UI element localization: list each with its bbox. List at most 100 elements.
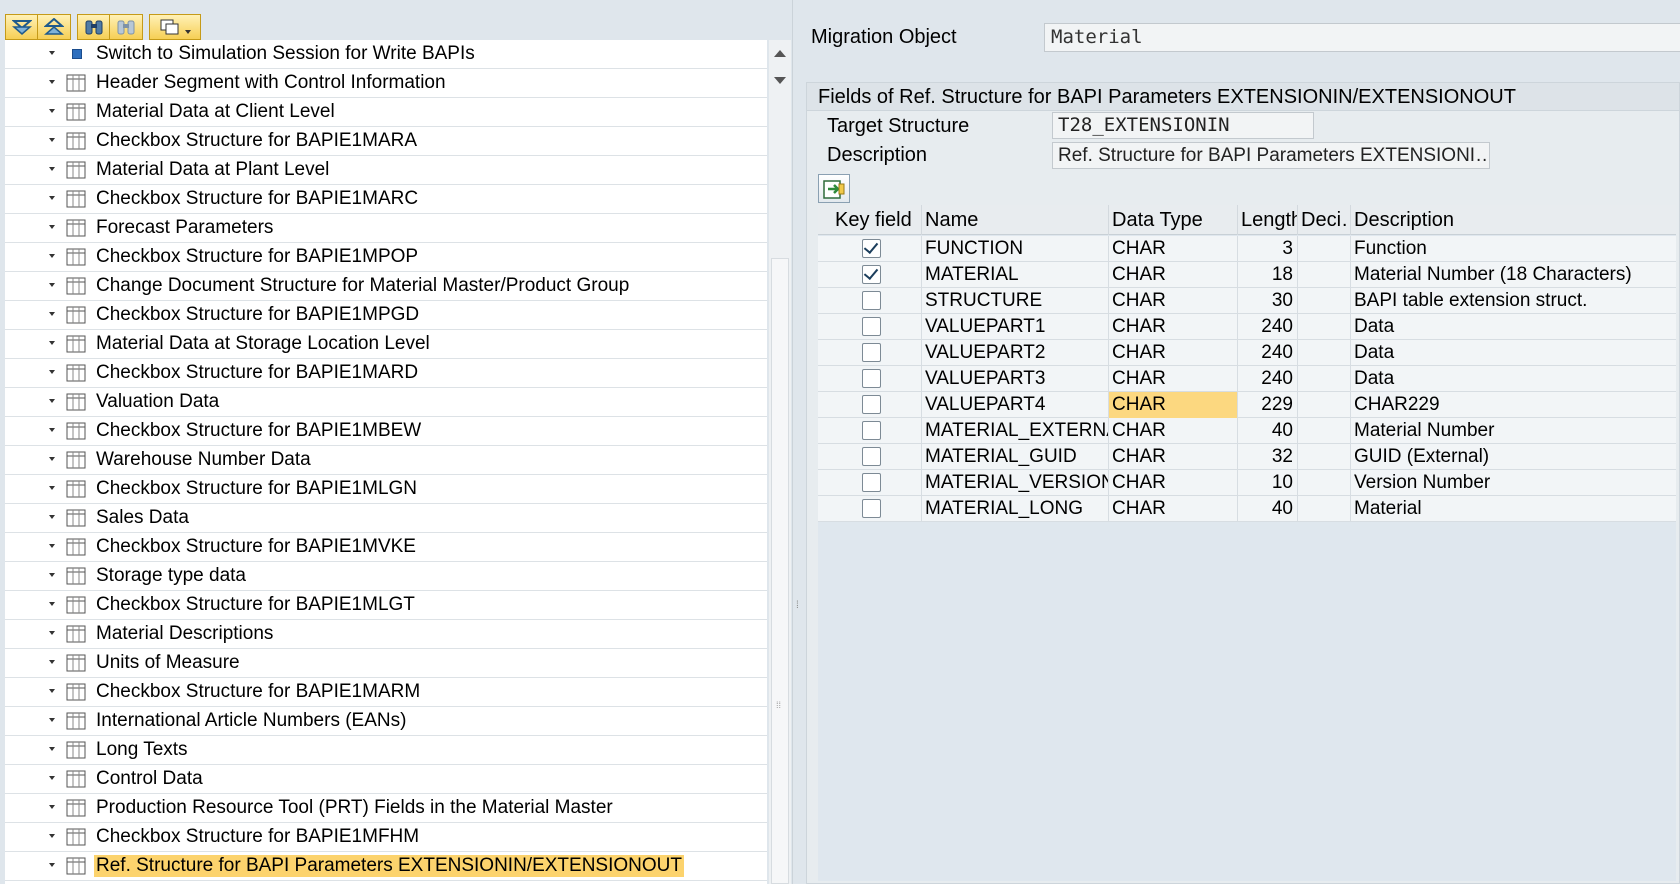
collapse-all-button[interactable] <box>38 14 71 40</box>
tree-item[interactable]: Control Data <box>5 765 767 794</box>
table-row[interactable]: MATERIAL_EXTERNALCHAR40 Material Number <box>818 418 1676 444</box>
cell-length[interactable]: 40 <box>1238 418 1298 444</box>
key-field-checkbox[interactable] <box>862 291 881 310</box>
cell-length[interactable]: 240 <box>1238 314 1298 340</box>
expand-caret-icon[interactable] <box>49 80 55 84</box>
expand-caret-icon[interactable] <box>49 167 55 171</box>
tree-item[interactable]: Checkbox Structure for BAPIE1MARD <box>5 359 767 388</box>
tree-item[interactable]: Storage type data <box>5 562 767 591</box>
expand-caret-icon[interactable] <box>49 834 55 838</box>
tree-item[interactable]: Checkbox Structure for BAPIE1MLGT <box>5 591 767 620</box>
expand-caret-icon[interactable] <box>49 660 55 664</box>
cell-name[interactable]: VALUEPART2 <box>922 340 1109 366</box>
col-name[interactable]: Name <box>922 205 1109 235</box>
col-key-field[interactable]: Key field <box>818 205 922 235</box>
expand-caret-icon[interactable] <box>49 196 55 200</box>
tree-item[interactable]: Forecast Parameters <box>5 214 767 243</box>
expand-caret-icon[interactable] <box>49 515 55 519</box>
cell-deci[interactable] <box>1298 340 1351 366</box>
cell-type[interactable]: CHAR <box>1109 288 1238 314</box>
expand-caret-icon[interactable] <box>49 283 55 287</box>
cell-desc[interactable]: CHAR229 <box>1351 392 1676 418</box>
description-field[interactable]: Ref. Structure for BAPI Parameters EXTEN… <box>1052 142 1490 169</box>
cell-deci[interactable] <box>1298 418 1351 444</box>
expand-caret-icon[interactable] <box>49 51 55 55</box>
expand-caret-icon[interactable] <box>49 109 55 113</box>
table-row[interactable]: VALUEPART2 CHAR 240 Data <box>818 340 1676 366</box>
expand-all-button[interactable] <box>5 14 38 40</box>
tree-item[interactable]: International Article Numbers (EANs) <box>5 707 767 736</box>
cell-desc[interactable]: Data <box>1351 366 1676 392</box>
cell-type[interactable]: CHAR <box>1109 496 1238 522</box>
cell-type[interactable]: CHAR <box>1109 418 1238 444</box>
cell-desc[interactable]: Data <box>1351 340 1676 366</box>
cell-length[interactable]: 18 <box>1238 262 1298 288</box>
col-description[interactable]: Description <box>1351 205 1676 235</box>
cell-length[interactable]: 10 <box>1238 470 1298 496</box>
cell-deci[interactable] <box>1298 392 1351 418</box>
expand-caret-icon[interactable] <box>49 486 55 490</box>
find-next-button[interactable] <box>110 14 143 40</box>
tree-item[interactable]: Long Texts <box>5 736 767 765</box>
cell-deci[interactable] <box>1298 496 1351 522</box>
cell-deci[interactable] <box>1298 288 1351 314</box>
cell-type[interactable]: CHAR <box>1109 444 1238 470</box>
expand-caret-icon[interactable] <box>49 689 55 693</box>
migration-object-field[interactable]: Material <box>1044 23 1680 52</box>
expand-caret-icon[interactable] <box>49 370 55 374</box>
scroll-up-icon[interactable] <box>774 50 786 57</box>
key-field-checkbox[interactable] <box>862 447 881 466</box>
expand-caret-icon[interactable] <box>49 254 55 258</box>
expand-caret-icon[interactable] <box>49 225 55 229</box>
col-decimals[interactable]: Deci… <box>1298 205 1351 235</box>
table-row[interactable]: MATERIAL CHAR 18 Material Number (18 Charac… <box>818 262 1676 288</box>
cell-type[interactable]: CHAR <box>1109 340 1238 366</box>
cell-length[interactable]: 240 <box>1238 366 1298 392</box>
cell-type[interactable]: CHAR <box>1109 392 1238 418</box>
cell-desc[interactable]: Version Number <box>1351 470 1676 496</box>
cell-name[interactable]: VALUEPART1 <box>922 314 1109 340</box>
cell-name[interactable]: MATERIAL_GUID <box>922 444 1109 470</box>
tree-item[interactable]: Checkbox Structure for BAPIE1MPOP <box>5 243 767 272</box>
expand-caret-icon[interactable] <box>49 631 55 635</box>
expand-caret-icon[interactable] <box>49 863 55 867</box>
cell-deci[interactable] <box>1298 366 1351 392</box>
expand-caret-icon[interactable] <box>49 747 55 751</box>
cell-name[interactable]: MATERIAL_VERSION <box>922 470 1109 496</box>
table-row[interactable]: MATERIAL_GUID CHAR 32 GUID (External) <box>818 444 1676 470</box>
cell-length[interactable]: 30 <box>1238 288 1298 314</box>
key-field-checkbox[interactable] <box>862 473 881 492</box>
expand-caret-icon[interactable] <box>49 138 55 142</box>
export-button[interactable] <box>818 174 850 203</box>
expand-caret-icon[interactable] <box>49 428 55 432</box>
col-data-type[interactable]: Data Type <box>1109 205 1238 235</box>
cell-desc[interactable]: Material <box>1351 496 1676 522</box>
tree-item[interactable]: Material Data at Plant Level <box>5 156 767 185</box>
cell-length[interactable]: 229 <box>1238 392 1298 418</box>
cell-type[interactable]: CHAR <box>1109 262 1238 288</box>
tree-item[interactable]: Checkbox Structure for BAPIE1MBEW <box>5 417 767 446</box>
tree-scrollbar[interactable]: ⁞⁞ <box>769 40 791 884</box>
cell-type[interactable]: CHAR <box>1109 366 1238 392</box>
cell-length[interactable]: 40 <box>1238 496 1298 522</box>
cell-name[interactable]: MATERIAL_EXTERNAL <box>922 418 1109 444</box>
tree-item[interactable]: Valuation Data <box>5 388 767 417</box>
cell-desc[interactable]: Data <box>1351 314 1676 340</box>
tree-item[interactable]: Material Descriptions <box>5 620 767 649</box>
tree-item[interactable]: Checkbox Structure for BAPIE1MVKE <box>5 533 767 562</box>
cell-type[interactable]: CHAR <box>1109 236 1238 262</box>
tree-item[interactable]: Checkbox Structure for BAPIE1MFHM <box>5 823 767 852</box>
cell-type[interactable]: CHAR <box>1109 314 1238 340</box>
table-row[interactable]: STRUCTURE CHAR 30 BAPI table extension stru… <box>818 288 1676 314</box>
key-field-checkbox[interactable] <box>862 343 881 362</box>
cell-length[interactable]: 240 <box>1238 340 1298 366</box>
expand-caret-icon[interactable] <box>49 718 55 722</box>
tree-item[interactable]: Checkbox Structure for BAPIE1MLGN <box>5 475 767 504</box>
tree-item[interactable]: Production Resource Tool (PRT) Fields in… <box>5 794 767 823</box>
expand-caret-icon[interactable] <box>49 776 55 780</box>
cell-deci[interactable] <box>1298 314 1351 340</box>
tree-item[interactable]: Change Document Structure for Material M… <box>5 272 767 301</box>
cell-name[interactable]: MATERIAL <box>922 262 1109 288</box>
cell-length[interactable]: 32 <box>1238 444 1298 470</box>
expand-caret-icon[interactable] <box>49 399 55 403</box>
